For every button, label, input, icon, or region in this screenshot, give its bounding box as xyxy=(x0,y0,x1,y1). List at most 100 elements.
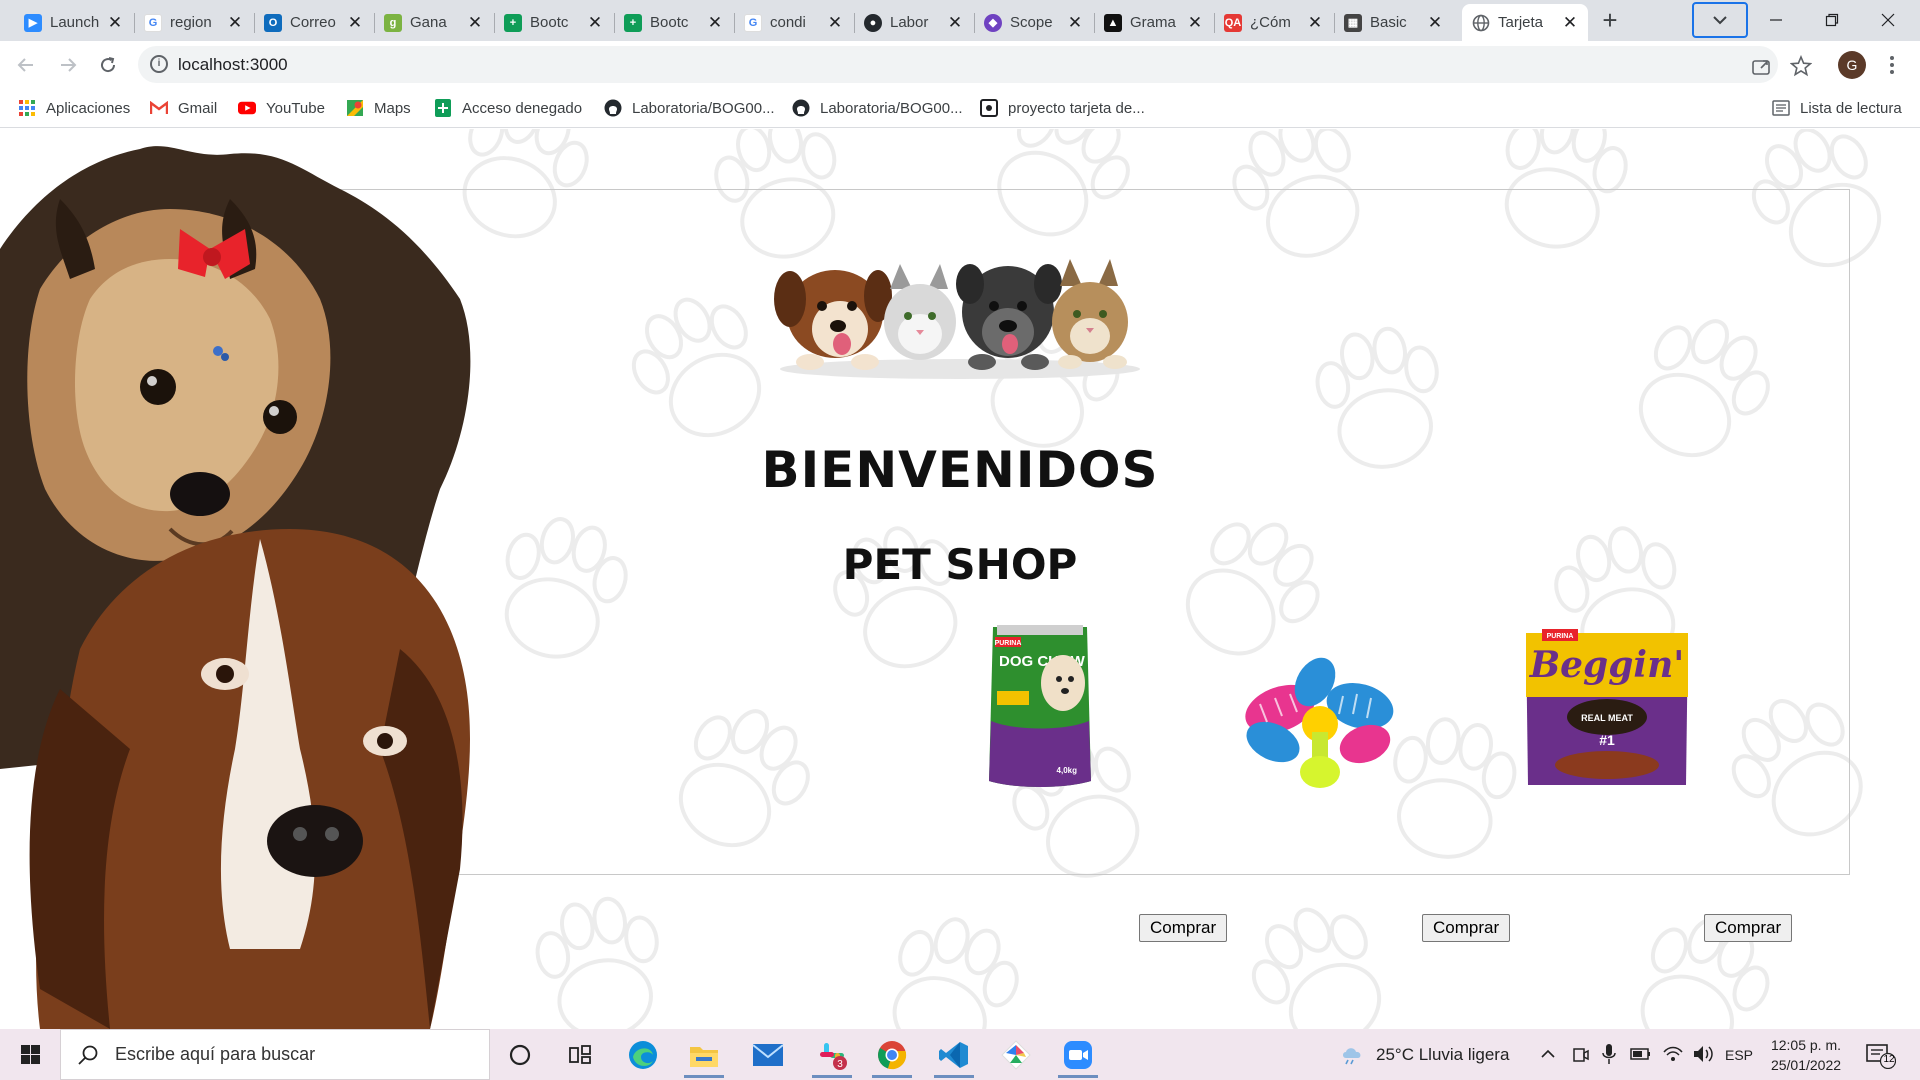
close-icon[interactable]: ✕ xyxy=(1067,13,1083,33)
task-view-icon xyxy=(569,1045,591,1064)
buy-button-toy[interactable]: Comprar xyxy=(1422,914,1511,942)
close-icon[interactable]: ✕ xyxy=(1427,13,1443,33)
outlook-icon: O xyxy=(264,13,282,32)
close-icon[interactable]: ✕ xyxy=(947,13,963,33)
bookmark-maps[interactable]: Maps xyxy=(346,96,411,120)
tab-condi[interactable]: G condi ✕ xyxy=(734,4,853,41)
microphone-icon[interactable] xyxy=(1602,1043,1616,1065)
minimize-button[interactable] xyxy=(1748,0,1804,40)
reading-list-button[interactable]: Lista de lectura xyxy=(1772,96,1902,120)
close-icon[interactable]: ✕ xyxy=(107,13,123,33)
pack-name-text: Beggin' xyxy=(1529,644,1685,686)
close-icon[interactable]: ✕ xyxy=(587,13,603,33)
rain-cloud-icon xyxy=(1343,1047,1361,1064)
close-icon[interactable]: ✕ xyxy=(1562,13,1578,33)
grammar-icon: ▲ xyxy=(1104,13,1122,32)
meet-now-icon[interactable] xyxy=(1572,1045,1590,1065)
mail-icon xyxy=(752,1044,784,1066)
file-explorer-app[interactable] xyxy=(676,1033,732,1078)
weather-widget[interactable]: 25°C Lluvia ligera xyxy=(1340,1029,1509,1080)
tab-gana[interactable]: g Gana ✕ xyxy=(374,4,493,41)
vscode-app[interactable] xyxy=(926,1033,982,1078)
close-icon[interactable]: ✕ xyxy=(347,13,363,33)
close-icon[interactable]: ✕ xyxy=(1187,13,1203,33)
bookmark-laboratoria-1[interactable]: Laboratoria/BOG00... xyxy=(604,96,775,120)
bookmark-label: proyecto tarjeta de... xyxy=(1008,99,1145,117)
dogs-image xyxy=(0,146,471,1029)
reading-list-label: Lista de lectura xyxy=(1800,99,1902,117)
menu-icon[interactable] xyxy=(1882,53,1902,77)
info-icon[interactable]: i xyxy=(150,55,168,73)
system-clock[interactable]: 12:05 p. m. 25/01/2022 xyxy=(1756,1035,1856,1075)
tab-bootc-2[interactable]: + Bootc ✕ xyxy=(614,4,733,41)
tab-title: Grama xyxy=(1130,14,1176,31)
bookmark-label: Gmail xyxy=(178,99,218,117)
bookmark-gmail[interactable]: Gmail xyxy=(150,96,217,120)
notification-center-button[interactable]: 12 xyxy=(1866,1043,1897,1070)
mail-app[interactable] xyxy=(740,1033,796,1077)
buy-button-dog-chow[interactable]: Comprar xyxy=(1139,914,1228,942)
chrome-app[interactable] xyxy=(864,1033,920,1078)
bookmark-apps[interactable]: Aplicaciones xyxy=(18,96,130,120)
google-icon: G xyxy=(144,13,162,32)
tab-como[interactable]: QA ¿Cóm ✕ xyxy=(1214,4,1333,41)
bookmark-proyecto[interactable]: proyecto tarjeta de... xyxy=(980,96,1145,120)
forward-button[interactable] xyxy=(52,49,84,81)
wifi-icon[interactable] xyxy=(1662,1044,1684,1064)
tab-labor[interactable]: ● Labor ✕ xyxy=(854,4,973,41)
close-window-button[interactable] xyxy=(1860,0,1916,40)
tab-launch[interactable]: ▶ Launch ✕ xyxy=(14,4,133,41)
address-bar[interactable]: i localhost:3000 xyxy=(138,46,1778,83)
cortana-button[interactable] xyxy=(492,1033,548,1077)
gmail-icon xyxy=(150,99,168,117)
search-icon xyxy=(78,1045,98,1065)
input-language[interactable]: ESP xyxy=(1725,1029,1753,1080)
windows-start-icon[interactable] xyxy=(10,1041,50,1069)
tab-tarjeta[interactable]: Tarjeta ✕ xyxy=(1462,4,1588,41)
chrome-icon xyxy=(878,1041,907,1070)
bookmark-youtube[interactable]: YouTube xyxy=(238,96,325,120)
reload-button[interactable] xyxy=(92,49,124,81)
zoom-app[interactable] xyxy=(1050,1033,1106,1078)
forward-arrow-icon xyxy=(61,58,77,72)
battery-icon[interactable] xyxy=(1630,1046,1652,1062)
bookmark-laboratoria-2[interactable]: Laboratoria/BOG00... xyxy=(792,96,963,120)
gitkraken-app[interactable] xyxy=(988,1033,1044,1077)
task-view-button[interactable] xyxy=(552,1033,608,1077)
close-icon[interactable]: ✕ xyxy=(467,13,483,33)
tab-search-button[interactable] xyxy=(1692,2,1748,38)
bookmark-label: Aplicaciones xyxy=(46,99,131,117)
star-icon[interactable] xyxy=(1790,55,1812,77)
profile-avatar[interactable]: G xyxy=(1838,51,1866,79)
tab-correo[interactable]: O Correo ✕ xyxy=(254,4,373,41)
buy-button-beggin[interactable]: Comprar xyxy=(1704,914,1793,942)
clock-time: 12:05 p. m. xyxy=(1770,1037,1842,1053)
close-icon[interactable]: ✕ xyxy=(827,13,843,33)
tab-scope[interactable]: ◆ Scope ✕ xyxy=(974,4,1093,41)
edge-app[interactable] xyxy=(615,1033,671,1077)
share-icon[interactable] xyxy=(1750,55,1772,77)
zoom-icon: ▶ xyxy=(24,13,42,32)
tab-basic[interactable]: ▦ Basic ✕ xyxy=(1334,4,1453,41)
tab-bootc-1[interactable]: + Bootc ✕ xyxy=(494,4,613,41)
reload-icon xyxy=(101,57,116,73)
volume-icon[interactable] xyxy=(1692,1044,1714,1064)
restore-button[interactable] xyxy=(1804,0,1860,40)
tab-grama[interactable]: ▲ Grama ✕ xyxy=(1094,4,1213,41)
new-tab-button[interactable]: + xyxy=(1596,6,1624,34)
back-button[interactable] xyxy=(10,49,42,81)
browser-toolbar: i localhost:3000 G xyxy=(0,41,1920,88)
bookmark-acceso[interactable]: Acceso denegado xyxy=(434,96,582,120)
tab-region[interactable]: G region ✕ xyxy=(134,4,253,41)
chevron-up-icon[interactable] xyxy=(1540,1047,1556,1061)
close-icon[interactable]: ✕ xyxy=(707,13,723,33)
pack-brand-text: PURINA xyxy=(1547,633,1574,640)
close-icon[interactable]: ✕ xyxy=(227,13,243,33)
taskbar-search-box[interactable]: Escribe aquí para buscar xyxy=(60,1029,490,1080)
page-icon xyxy=(980,99,998,117)
url-text[interactable]: localhost:3000 xyxy=(178,55,288,75)
bookmarks-bar: Aplicaciones Gmail YouTube Maps Acceso d… xyxy=(0,88,1920,128)
tab-title: condi xyxy=(770,14,806,31)
close-icon[interactable]: ✕ xyxy=(1307,13,1323,33)
slack-app[interactable]: 3 xyxy=(804,1033,860,1078)
